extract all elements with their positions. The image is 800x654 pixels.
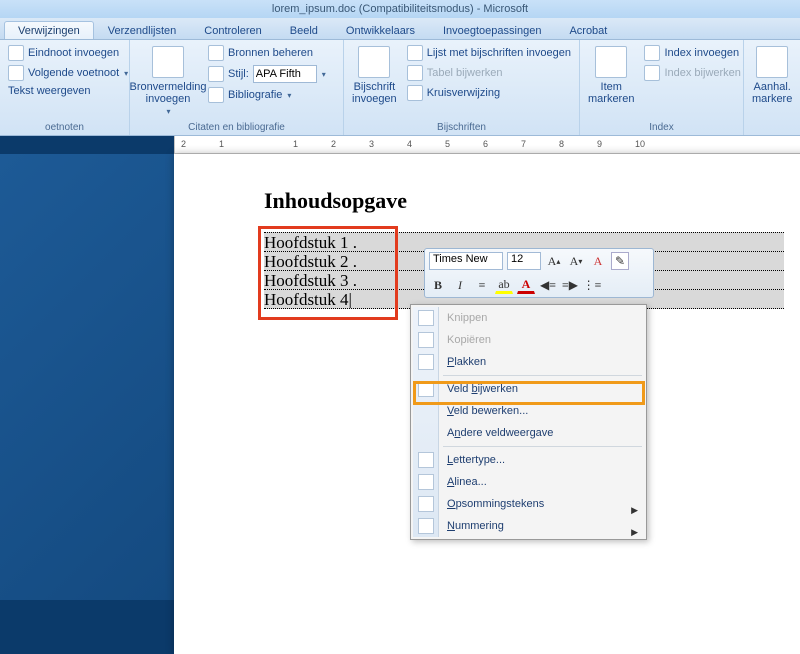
align-center-button[interactable]: ≡ (473, 276, 491, 294)
context-menu-item-nummering[interactable]: Nummering▶ (413, 515, 644, 537)
style-input[interactable] (253, 65, 317, 83)
font-size-select[interactable]: 12 (507, 252, 541, 270)
chevron-down-icon: ▾ (322, 70, 326, 79)
context-menu-separator (443, 375, 642, 376)
citation-icon (152, 46, 184, 78)
menu-item-icon (418, 332, 434, 348)
tab-acrobat[interactable]: Acrobat (555, 21, 621, 39)
bibliography-icon (208, 87, 224, 103)
tab-invoegtoepassingen[interactable]: Invoegtoepassingen (429, 21, 555, 39)
bronvermelding-invoegen-button[interactable]: Bronvermelding invoegen ▾ (136, 44, 200, 122)
index-update-icon (644, 65, 660, 81)
context-menu-item-veld-bewerken-[interactable]: Veld bewerken... (413, 400, 644, 422)
bullets-button[interactable]: ⋮≡ (583, 276, 601, 294)
context-menu-item-plakken[interactable]: Plakken (413, 351, 644, 373)
menu-item-icon (418, 474, 434, 490)
index-bijwerken-button: Index bijwerken (642, 64, 742, 82)
ribbon: Eindnoot invoegen Volgende voetnoot▾ Tek… (0, 40, 800, 136)
shrink-font-button[interactable]: A▾ (567, 252, 585, 270)
submenu-arrow-icon: ▶ (631, 521, 638, 543)
format-painter-icon[interactable]: ✎ (611, 252, 629, 270)
tabel-bijwerken-button: Tabel bijwerken (405, 64, 573, 82)
font-family-select[interactable]: Times New (429, 252, 503, 270)
manage-sources-icon (208, 45, 224, 61)
kruisverwijzing-button[interactable]: Kruisverwijzing (405, 84, 573, 102)
group-label-index: Index (586, 122, 737, 135)
list-icon (407, 45, 423, 61)
tab-beeld[interactable]: Beeld (276, 21, 332, 39)
chevron-down-icon: ▾ (124, 69, 128, 78)
context-menu-item-veld-bijwerken[interactable]: Veld bijwerken (413, 378, 644, 400)
tab-ontwikkelaars[interactable]: Ontwikkelaars (332, 21, 429, 39)
context-menu-item-opsommingstekens[interactable]: Opsommingstekens▶ (413, 493, 644, 515)
tab-controleren[interactable]: Controleren (190, 21, 275, 39)
stijl-selector[interactable]: Stijl: ▾ (206, 64, 328, 84)
bold-button[interactable]: B (429, 276, 447, 294)
next-footnote-icon (8, 65, 24, 81)
tab-verwijzingen[interactable]: Verwijzingen (4, 21, 94, 39)
index-insert-icon (644, 45, 660, 61)
aanhaling-markeren-button[interactable]: Aanhal. markere (750, 44, 794, 133)
menu-item-icon (418, 381, 434, 397)
menu-item-icon (418, 354, 434, 370)
context-menu: KnippenKopiërenPlakken Veld bijwerkenVeld… (410, 304, 647, 540)
bijschrift-invoegen-button[interactable]: Bijschrift invoegen (350, 44, 399, 122)
lijst-bijschriften-button[interactable]: Lijst met bijschriften invoegen (405, 44, 573, 62)
chevron-down-icon: ▾ (287, 91, 291, 100)
citation-mark-icon (756, 46, 788, 78)
context-menu-item-andere-veldweergave[interactable]: Andere veldweergave (413, 422, 644, 444)
style-icon (208, 66, 224, 82)
group-label-bijschriften: Bijschriften (350, 122, 573, 135)
context-menu-item-knippen: Knippen (413, 307, 644, 329)
workspace: Inhoudsopgave Hoofdstuk 1 . Hoofdstuk 2 … (0, 154, 800, 600)
title-bar: lorem_ipsum.doc (Compatibiliteitsmodus) … (0, 0, 800, 18)
context-menu-item-kopi-ren: Kopiëren (413, 329, 644, 351)
update-table-icon (407, 65, 423, 81)
tekst-weergeven-button[interactable]: Tekst weergeven (6, 84, 130, 98)
decrease-indent-button[interactable]: ◀≡ (539, 276, 557, 294)
group-label-voetnoten: oetnoten (6, 122, 123, 135)
context-menu-item-lettertype-[interactable]: Lettertype... (413, 449, 644, 471)
ribbon-tabs: Verwijzingen Verzendlijsten Controleren … (0, 18, 800, 40)
mark-item-icon (595, 46, 627, 78)
tab-verzendlijsten[interactable]: Verzendlijsten (94, 21, 191, 39)
context-menu-item-alinea-[interactable]: Alinea... (413, 471, 644, 493)
group-label-citaten: Citaten en bibliografie (136, 122, 337, 135)
menu-item-icon (418, 518, 434, 534)
font-color-button[interactable]: A (517, 276, 535, 294)
index-invoegen-button[interactable]: Index invoegen (642, 44, 742, 62)
mini-toolbar[interactable]: Times New 12 A▴ A▾ A ✎ B I ≡ ab A ◀≡ ≡▶ … (424, 248, 654, 298)
increase-indent-button[interactable]: ≡▶ (561, 276, 579, 294)
menu-item-icon (418, 452, 434, 468)
context-menu-separator (443, 446, 642, 447)
highlight-button[interactable]: ab (495, 276, 513, 294)
horizontal-ruler[interactable]: 2 1 1 2 3 4 5 6 7 8 9 10 (174, 136, 800, 154)
volgende-voetnoot-button[interactable]: Volgende voetnoot▾ (6, 64, 130, 82)
menu-item-icon (418, 496, 434, 512)
styles-icon[interactable]: A (589, 252, 607, 270)
group-label-bronvermeldingen (750, 133, 788, 135)
italic-button[interactable]: I (451, 276, 469, 294)
menu-item-icon (418, 310, 434, 326)
heading-inhoudsopgave: Inhoudsopgave (264, 188, 784, 214)
endnote-icon (8, 45, 24, 61)
grow-font-button[interactable]: A▴ (545, 252, 563, 270)
crossref-icon (407, 85, 423, 101)
chevron-down-icon: ▾ (166, 108, 170, 117)
item-markeren-button[interactable]: Item markeren (586, 44, 636, 122)
caption-icon (358, 46, 390, 78)
eindnoot-invoegen-button[interactable]: Eindnoot invoegen (6, 44, 130, 62)
bronnen-beheren-button[interactable]: Bronnen beheren (206, 44, 328, 62)
bibliografie-button[interactable]: Bibliografie▾ (206, 86, 328, 104)
